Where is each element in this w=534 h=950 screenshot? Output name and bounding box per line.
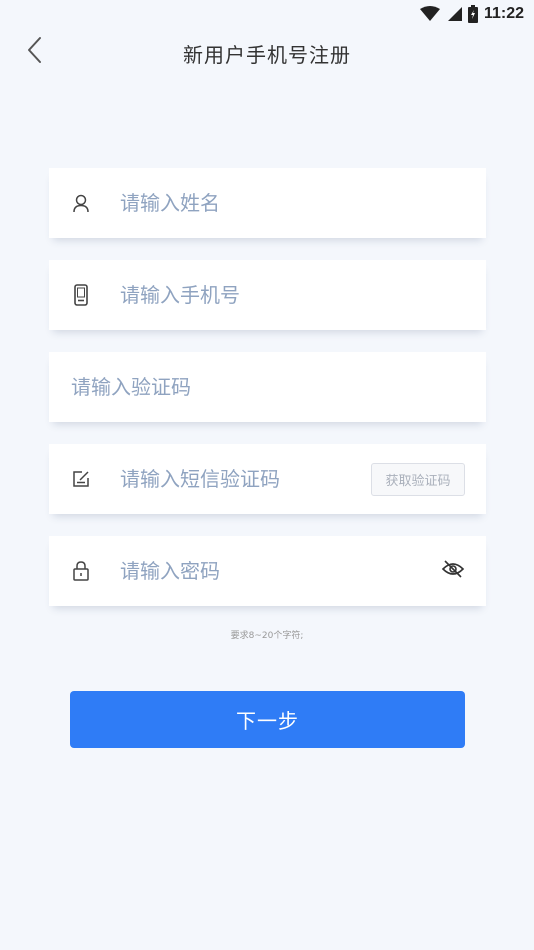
battery-icon (467, 5, 478, 23)
user-icon (69, 191, 93, 215)
next-button[interactable]: 下一步 (70, 691, 465, 748)
page-title: 新用户手机号注册 (183, 42, 351, 67)
nav-bar: 新用户手机号注册 (0, 28, 534, 78)
phone-field (49, 260, 486, 330)
password-field (49, 536, 486, 606)
edit-icon (69, 467, 93, 491)
status-bar: 11:22 (0, 0, 534, 28)
mobile-phone-icon (69, 283, 93, 307)
sms-code-field: 获取验证码 (49, 444, 486, 514)
signal-icon (446, 6, 462, 22)
eye-off-icon (441, 559, 465, 583)
register-form: 获取验证码 (49, 168, 486, 628)
captcha-field (49, 352, 486, 422)
phone-input[interactable] (120, 275, 486, 315)
name-field (49, 168, 486, 238)
back-button[interactable] (18, 36, 50, 68)
lock-icon (69, 559, 93, 583)
password-input[interactable] (120, 551, 440, 591)
get-code-button[interactable]: 获取验证码 (371, 462, 465, 496)
sms-code-input[interactable] (120, 459, 371, 499)
status-time: 11:22 (483, 5, 524, 22)
captcha-input[interactable] (71, 367, 486, 407)
wifi-icon (419, 6, 440, 22)
name-input[interactable] (120, 183, 486, 223)
password-visibility-toggle[interactable] (440, 558, 466, 584)
password-hint: 要求8~20个字符; (230, 631, 304, 641)
chevron-left-icon (26, 36, 42, 68)
